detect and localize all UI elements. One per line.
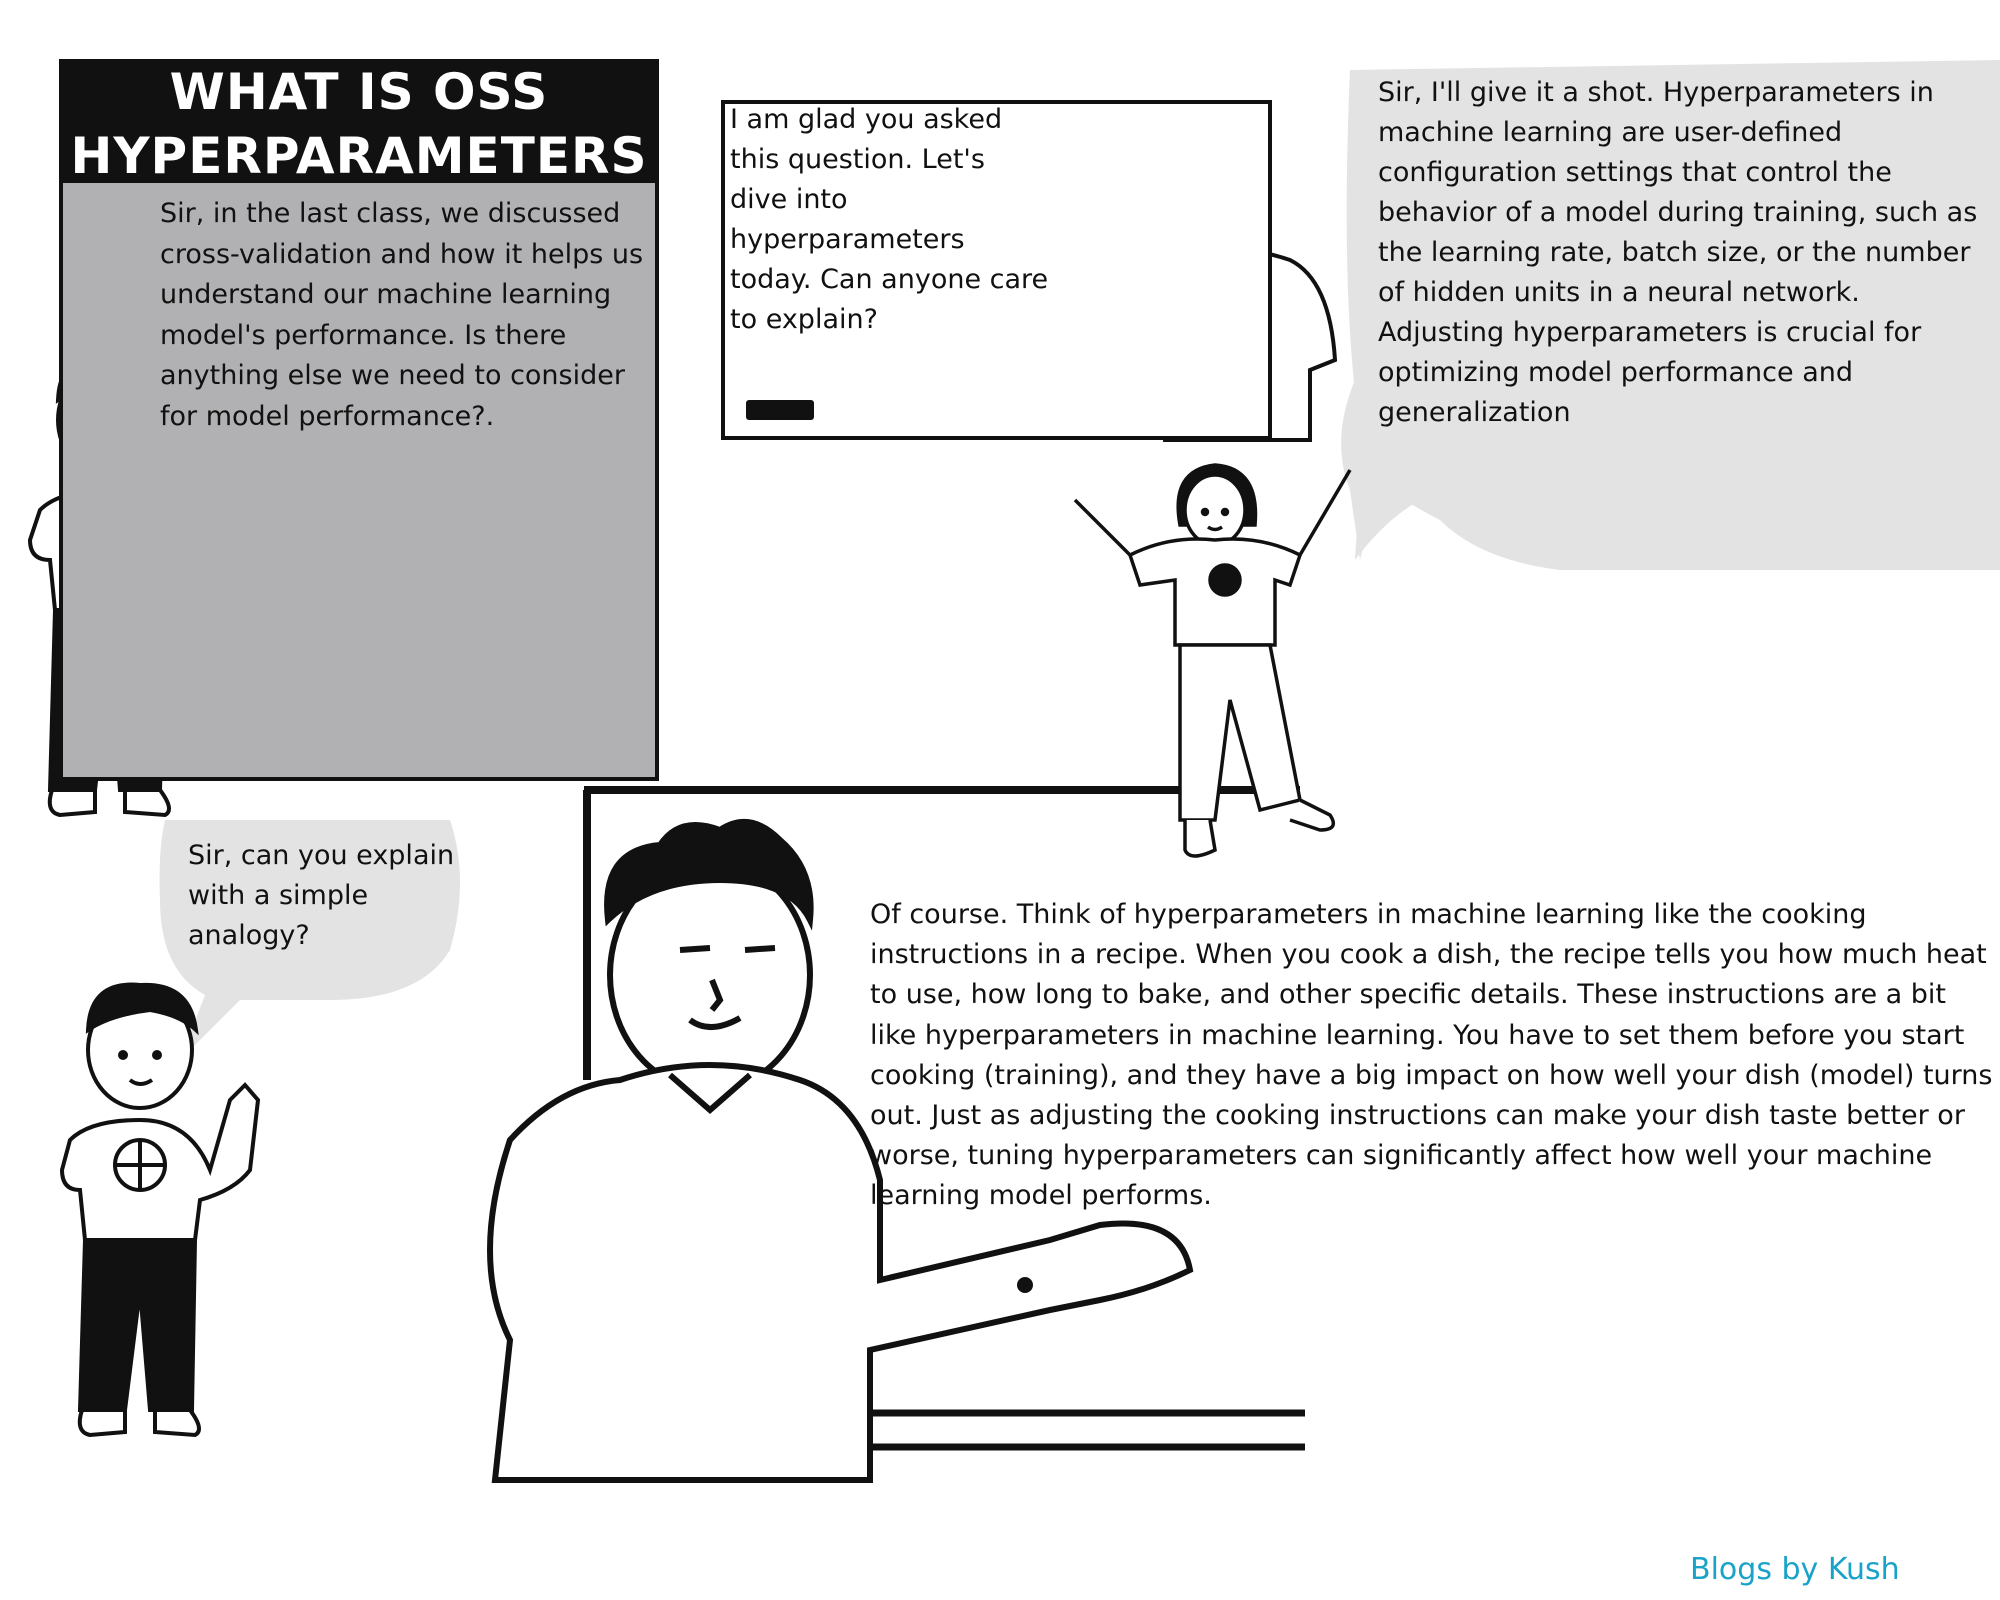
- student-boy-2: [59, 982, 261, 1438]
- whiteboard-eraser: [746, 400, 814, 420]
- teacher-reply-2: Of course. Think of hyperparameters in m…: [870, 899, 1993, 1212]
- student-question-2: Sir, can you explain with a simple analo…: [188, 840, 455, 951]
- student-question-1: Sir, in the last class, we discussed cro…: [160, 198, 644, 432]
- student-answer: Sir, I'll give it a shot. Hyperparameter…: [1378, 77, 1978, 428]
- footer-credit: Blogs by Kush: [1690, 1552, 1900, 1587]
- teacher-reply-1: I am glad you asked this question. Let's…: [730, 104, 1049, 335]
- student-girl: [1073, 463, 1352, 858]
- page-title: WHAT IS OSS HYPERPARAMETERS: [70, 63, 648, 185]
